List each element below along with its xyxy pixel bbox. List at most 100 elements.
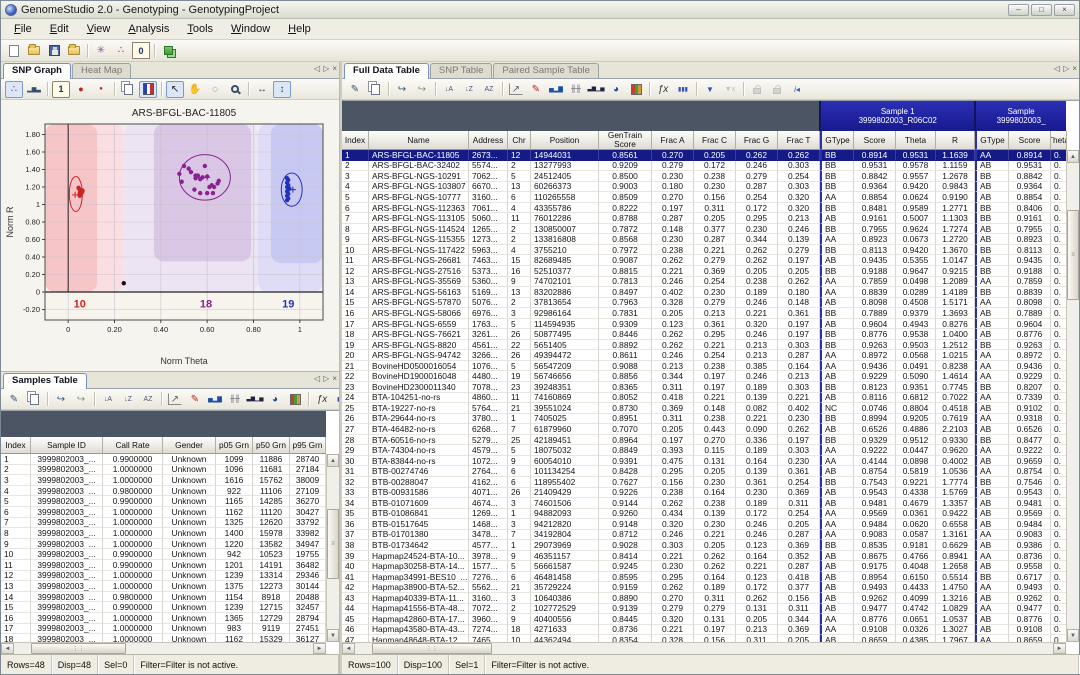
menu-analysis[interactable]: Analysis [119,21,178,37]
pie-chart-icon[interactable]: ◕ [266,391,284,408]
dock-left-icon[interactable]: ◁ [314,374,320,383]
full-data-row[interactable]: 33BTB-009315864071...26214094290.92260.2… [342,488,1066,499]
info-export-icon[interactable]: i◂ [788,81,806,98]
marker-pen-icon[interactable]: ✎ [186,391,204,408]
column-header-sample-id[interactable]: Sample ID [31,437,103,454]
column-header-p05-grn[interactable]: p05 Grn [216,437,253,454]
dock-right-icon[interactable]: ▷ [323,374,329,383]
memory-usage-icon[interactable] [159,42,177,59]
column-header-r[interactable]: R [936,131,975,150]
full-data-row[interactable]: 7ARS-BFGL-NGS-1131055060...11760122860.8… [342,213,1066,224]
full-data-row[interactable]: 5ARS-BFGL-NGS-107773160...61102655580.85… [342,192,1066,203]
marker-pen-icon[interactable]: ✎ [527,81,545,98]
column-header-position[interactable]: Position [531,131,599,150]
bar-chart-icon[interactable]: ▅▂▇ [547,81,565,98]
scroll-down-button[interactable]: ▼ [327,629,339,642]
dock-right-icon[interactable]: ▷ [323,64,329,73]
column-header-gtype[interactable]: GType [975,131,1009,150]
full-data-row[interactable]: 15ARS-BFGL-NGS-578705076...2378136540.79… [342,298,1066,309]
column-header-index[interactable]: Index [342,131,369,150]
edit-table-icon[interactable]: ✎ [346,81,364,98]
full-data-row[interactable]: 24BTA-104251-no-rs4860...11741608690.805… [342,393,1066,404]
full-data-row[interactable]: 25BTA-19227-no-rs5764...21395510240.8730… [342,403,1066,414]
column-header-call-rate[interactable]: Call Rate [103,437,163,454]
autoscale-x-icon[interactable]: ↔ [253,81,271,98]
column-header-frac-a[interactable]: Frac A [652,131,694,150]
full-data-row[interactable]: 23BovineHD23000113407078...23392483510.8… [342,382,1066,393]
samples-table-row[interactable]: 93999802003_...1.0000000Unknown122013582… [1,539,326,550]
scrollbar-thumb[interactable]: ≡ [1067,210,1079,300]
full-data-row[interactable]: 3ARS-BFGL-NGS-102917062...5245124050.850… [342,171,1066,182]
dock-left-icon[interactable]: ◁ [1054,64,1060,73]
column-header-index[interactable]: Index [1,437,31,454]
copy-plot-icon[interactable] [119,81,137,98]
scrollbar-thumb[interactable]: ≡ [327,509,339,579]
sort-ascending-icon[interactable]: ↓A [99,391,117,408]
close-panel-icon[interactable]: × [332,374,337,383]
scroll-up-button[interactable]: ▲ [327,454,339,467]
column-header-score[interactable]: Score [1009,131,1051,150]
scroll-left-button[interactable]: ◄ [1,643,14,654]
samples-table-row[interactable]: 103999802003_...0.9900000Unknown94210523… [1,549,326,560]
column-chooser-icon[interactable]: ▮▮▮ [333,391,339,408]
dock-right-icon[interactable]: ▷ [1063,64,1069,73]
sort-descending-icon[interactable]: ↓Z [460,81,478,98]
column-header-p95-grn[interactable]: p95 Grn [290,437,326,454]
column-header-frac-g[interactable]: Frac G [736,131,778,150]
menu-help[interactable]: Help [279,21,320,37]
column-header-name[interactable]: Name [369,131,469,150]
column-header-theta[interactable]: Theta [1051,131,1067,150]
column-header-gtype[interactable]: GType [820,131,854,150]
tab-snp-table[interactable]: SNP Table [430,63,493,78]
histogram-icon[interactable]: ▃▆▁▅ [587,81,605,98]
samples-table-row[interactable]: 73999802003_...1.0000000Unknown132512620… [1,518,326,529]
samples-table-row[interactable]: 143999802003_...0.9800000Unknown11548918… [1,592,326,603]
export-selection-icon[interactable]: ↪ [413,81,431,98]
heatmap-icon[interactable] [627,81,645,98]
small-marker-icon[interactable]: ● [92,81,110,98]
autoscale-y-icon[interactable]: ↕ [273,81,291,98]
function-icon[interactable]: ƒx [313,391,331,408]
full-data-row[interactable]: 32BTB-002880474162...61189554020.76270.1… [342,477,1066,488]
scroll-up-button[interactable]: ▲ [1067,150,1079,163]
open-project-icon[interactable] [25,42,43,59]
pie-chart-icon[interactable]: ◕ [607,81,625,98]
column-chooser-icon[interactable]: ▮▮▮ [674,81,692,98]
horizontal-scrollbar[interactable]: ◄►⋮⋮ [342,642,1066,654]
menu-tools[interactable]: Tools [178,21,222,37]
sort-alpha-icon[interactable]: AZ [139,391,157,408]
full-data-row[interactable]: 44Hapmap41556-BTA-48...7072...2102772529… [342,604,1066,615]
dock-left-icon[interactable]: ◁ [314,64,320,73]
box-plot-icon[interactable]: ╫╫ [226,391,244,408]
full-data-row[interactable]: 17ARS-BFGL-NGS-65591763...51145949350.93… [342,319,1066,330]
gencall-threshold-icon[interactable] [139,81,157,98]
full-data-row[interactable]: 6ARS-BFGL-NGS-1123637061...4433557860.82… [342,203,1066,214]
full-data-row[interactable]: 19ARS-BFGL-NGS-88204561...2256514050.889… [342,340,1066,351]
full-data-row[interactable]: 9ARS-BFGL-NGS-1153551273...21338168080.8… [342,234,1066,245]
line-plot-icon[interactable]: ↗ [168,393,182,405]
full-data-row[interactable]: 46Hapmap43580-BTA-43...7274...1842716330… [342,625,1066,636]
full-data-row[interactable]: 18ARS-BFGL-NGS-766213261...26508774950.8… [342,329,1066,340]
full-data-row[interactable]: 11ARS-BFGL-NGS-266817463...15826894850.9… [342,255,1066,266]
scroll-down-button[interactable]: ▼ [1067,629,1079,642]
column-header-gender[interactable]: Gender [163,437,216,454]
single-plot-count[interactable]: 1 [52,81,70,98]
full-data-row[interactable]: 14ARS-BFGL-NGS-561635169...13832028860.8… [342,287,1066,298]
column-header-frac-t[interactable]: Frac T [778,131,820,150]
full-data-row[interactable]: 36BTB-015176451468...3942128200.91480.32… [342,519,1066,530]
column-header-frac-c[interactable]: Frac C [694,131,736,150]
full-data-row[interactable]: 8ARS-BFGL-NGS-1145241265...21308500070.7… [342,224,1066,235]
export-table-icon[interactable]: ↪ [52,391,70,408]
full-data-row[interactable]: 21BovineHD05000160541076...5565472090.90… [342,361,1066,372]
full-data-row[interactable]: 16ARS-BFGL-NGS-580666976...3929861640.78… [342,308,1066,319]
close-button[interactable]: × [1054,4,1075,16]
full-data-row[interactable]: 27BTA-46482-no-rs6268...7618799600.70700… [342,424,1066,435]
full-data-row[interactable]: 45Hapmap42860-BTA-17...3960...9404005560… [342,614,1066,625]
select-cursor-icon[interactable]: ↖ [166,81,184,98]
snp-dots-icon[interactable]: ∴ [112,42,130,59]
full-data-row[interactable]: 37BTB-017013803478...7341928040.87120.24… [342,530,1066,541]
snp-scatter-chart[interactable]: ARS-BFGL-BAC-11805101819-0.2000.200.400.… [3,102,337,370]
vertical-scrollbar[interactable]: ▲ ▼ ≡ [326,454,339,642]
scrollbar-thumb[interactable]: ⋮⋮ [372,643,492,654]
error-count-box[interactable]: 0 [132,42,150,59]
